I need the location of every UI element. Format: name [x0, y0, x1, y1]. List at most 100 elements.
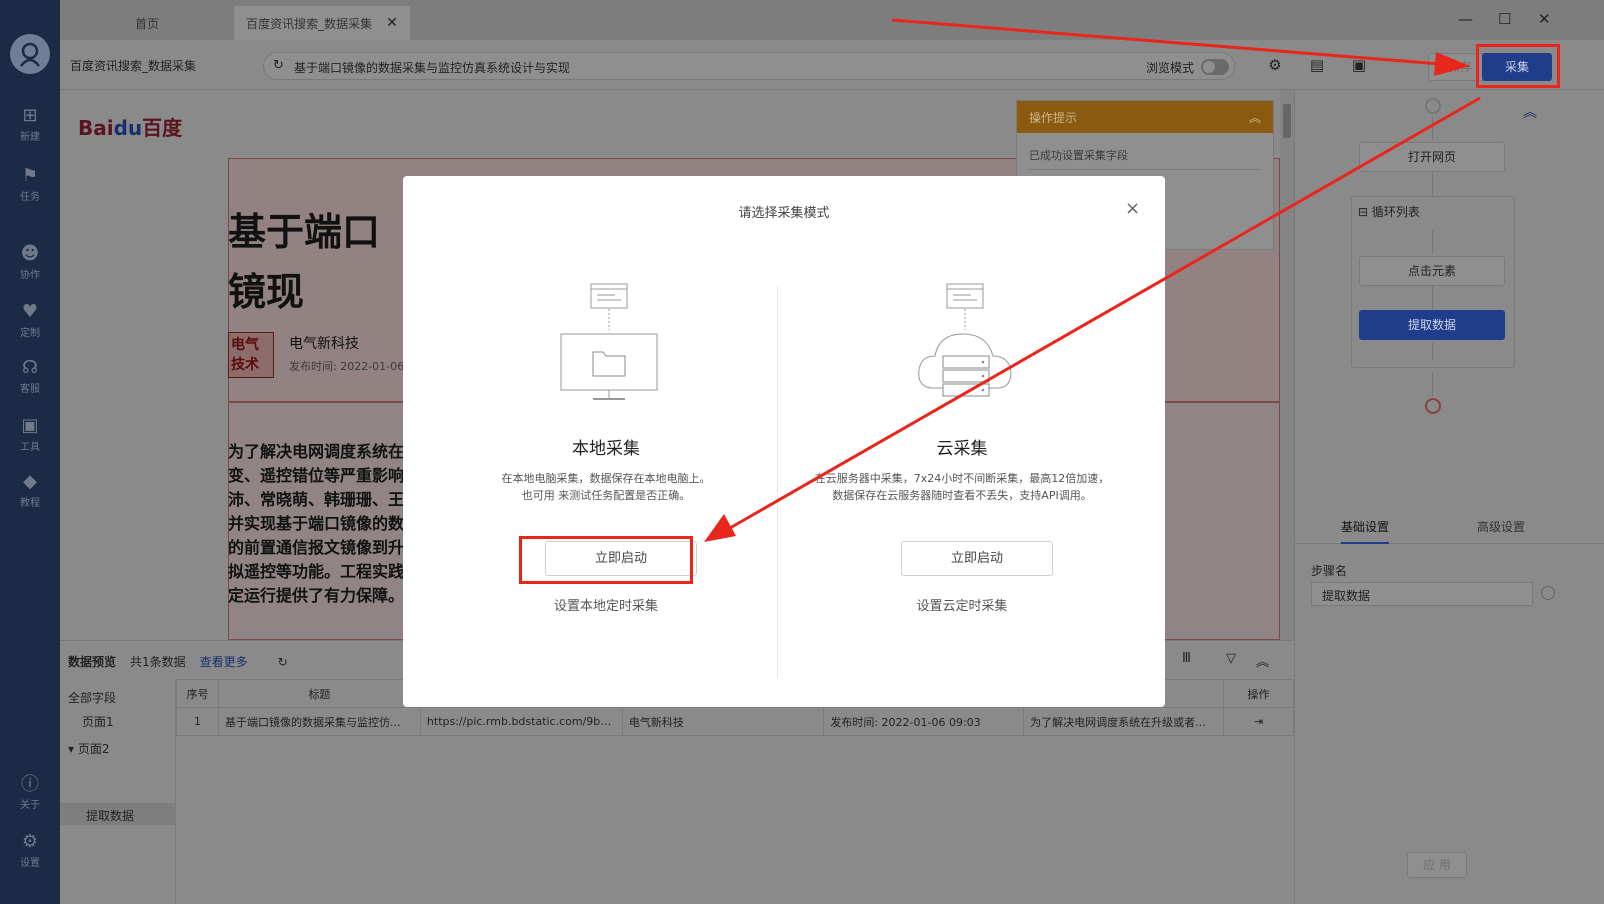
tips-title: 操作提示 — [1029, 111, 1078, 125]
flow-click-element[interactable]: 点击元素 — [1359, 256, 1505, 286]
nav-tutorial[interactable]: ◆ 教程 — [0, 470, 60, 520]
tree-page2[interactable]: ▾ 页面2 — [68, 740, 109, 757]
nav-custom[interactable]: ♥ 定制 — [0, 300, 60, 350]
tutorial-icon: ◆ — [23, 470, 37, 492]
tips-text: 已成功设置采集字段 — [1029, 149, 1128, 162]
collab-icon: ☻ — [20, 242, 40, 264]
scroll-thumb[interactable] — [1283, 104, 1291, 138]
flow-extract-data[interactable]: 提取数据 — [1359, 310, 1505, 340]
flow-connector — [1432, 342, 1433, 360]
row-action-icon[interactable]: ⇥ — [1223, 707, 1294, 736]
publish-time[interactable]: 发布时间: 2022-01-06 — [289, 358, 404, 374]
baidu-logo[interactable]: Baidu百度 — [78, 112, 182, 141]
annotation-box-collect — [1476, 44, 1560, 88]
minimize-icon[interactable]: — — [1458, 10, 1473, 28]
tree-extract[interactable]: 提取数据 — [86, 807, 134, 824]
headset-icon: ☊ — [22, 356, 38, 378]
web-scrollbar[interactable] — [1280, 90, 1294, 640]
step-name-label: 步骤名 — [1311, 564, 1348, 578]
flow-connector — [1432, 116, 1433, 140]
collapse-icon[interactable]: ︽ — [1249, 109, 1261, 125]
caret-down-icon: ▾ — [68, 742, 78, 756]
cloud-collect-option: 云采集 在云服务器中采集，7x24小时不间断采集，最高12倍加速， 数据保存在云服… — [775, 276, 1149, 676]
start-icon — [1425, 98, 1441, 114]
article-body[interactable]: 为了解决电网调度系统在变、遥控错位等严重影响沛、常晓萌、韩珊珊、王并实现基于端口… — [228, 440, 408, 608]
flow-connector — [1432, 372, 1433, 396]
apply-button[interactable]: 应 用 — [1407, 852, 1467, 878]
flow-connector — [1432, 286, 1433, 310]
view-more-link[interactable]: 查看更多 — [200, 653, 248, 670]
flow-connector — [1432, 230, 1433, 254]
workflow-panel: ︽ 打开网页 ⊟ 循环列表 点击元素 提取数据 基础设置 高级设置 步骤名 提取… — [1294, 90, 1604, 904]
task-icon: ⚑ — [21, 164, 39, 186]
end-icon — [1425, 398, 1441, 414]
custom-icon: ♥ — [21, 300, 39, 322]
nav-about[interactable]: ⓘ 关于 — [0, 772, 60, 822]
reload-icon[interactable]: ↻ — [273, 58, 284, 73]
field-tree: 全部字段 页面1 ▾ 页面2 提取数据 — [60, 679, 176, 904]
api-icon[interactable] — [1541, 586, 1555, 600]
nav-new[interactable]: ⊞ 新建 — [0, 104, 60, 154]
nav-collab[interactable]: ☻ 协作 — [0, 242, 60, 292]
gear-icon: ⚙ — [21, 830, 39, 852]
columns-icon[interactable]: Ⅲ — [1182, 651, 1191, 666]
address-bar: 百度资讯搜索_数据采集 ↻ 基于端口镜像的数据采集与监控仿真系统设计与实现 浏览… — [60, 40, 1604, 90]
tab-bar: 首页 百度资讯搜索_数据采集 ✕ — ☐ ✕ — [60, 0, 1604, 40]
tree-all-fields[interactable]: 全部字段 — [68, 689, 116, 706]
tab-home[interactable]: 首页 — [60, 6, 234, 40]
toolbox-icon: ▣ — [21, 414, 39, 436]
browse-mode-toggle[interactable] — [1201, 59, 1229, 75]
nav-settings[interactable]: ⚙ 设置 — [0, 830, 60, 880]
window-icon[interactable]: ▣ — [1350, 56, 1368, 74]
refresh-icon[interactable]: ↻ — [278, 655, 288, 669]
url-text: 基于端口镜像的数据采集与监控仿真系统设计与实现 — [294, 61, 571, 75]
step-name-input[interactable]: 提取数据 — [1311, 582, 1533, 606]
tab-advanced-settings[interactable]: 高级设置 — [1477, 518, 1525, 535]
maximize-icon[interactable]: ☐ — [1498, 10, 1511, 28]
divider — [1029, 169, 1261, 170]
cloud-description: 在云服务器中采集，7x24小时不间断采集，最高12倍加速， 数据保存在云服务器随时… — [814, 472, 1110, 502]
cloud-schedule-link[interactable]: 设置云定时采集 — [775, 595, 1149, 614]
user-avatar[interactable] — [10, 34, 50, 74]
article-headline[interactable]: 基于端口镜现 — [228, 202, 408, 322]
cloud-start-button[interactable]: 立即启动 — [901, 541, 1053, 576]
close-window-icon[interactable]: ✕ — [1538, 10, 1551, 28]
nav-task[interactable]: ⚑ 任务 — [0, 164, 60, 214]
author-name[interactable]: 电气新科技 — [289, 333, 359, 353]
close-tab-icon[interactable]: ✕ — [386, 15, 398, 31]
task-name: 百度资讯搜索_数据采集 — [70, 59, 197, 73]
tab-basic-settings[interactable]: 基础设置 — [1341, 518, 1390, 544]
nav-tools[interactable]: ▣ 工具 — [0, 414, 60, 464]
tab-task[interactable]: 百度资讯搜索_数据采集 ✕ — [234, 6, 410, 40]
flow-connector — [1432, 172, 1433, 196]
user-icon — [20, 42, 40, 67]
local-description: 在本地电脑采集，数据保存在本地电脑上。 也可用 来测试任务配置是否正确。 — [501, 472, 711, 502]
preview-title: 数据预览 — [68, 655, 117, 669]
gear-icon[interactable]: ⚙ — [1266, 56, 1284, 74]
filter-icon[interactable]: ▽ — [1226, 651, 1236, 666]
flow-open-page[interactable]: 打开网页 — [1359, 142, 1505, 172]
table-row[interactable]: 1 基于端口镜像的数据采集与监控仿... https://pic.rmb.bds… — [176, 707, 1294, 736]
cloud-server-icon — [918, 283, 1012, 397]
nav-support[interactable]: ☊ 客服 — [0, 356, 60, 406]
collapse-icon[interactable]: ︽ — [1256, 651, 1269, 670]
local-collect-option: 本地采集 在本地电脑采集，数据保存在本地电脑上。 也可用 来测试任务配置是否正确。… — [419, 276, 793, 676]
left-nav: ⊞ 新建 ⚑ 任务 ☻ 协作 ♥ 定制 ☊ 客服 ▣ 工具 ◆ 教程 ⓘ 关于 ⚙ 设置 — [0, 0, 60, 904]
cloud-title: 云采集 — [936, 439, 988, 459]
tree-page1[interactable]: 页面1 — [82, 713, 114, 730]
collapse-up-icon[interactable]: ︽ — [1523, 102, 1537, 122]
dialog-title: 请选择采集模式 — [738, 206, 830, 221]
annotation-box-start — [519, 536, 693, 584]
collect-mode-dialog: 请选择采集模式 × 本地采集 在本地电脑采集，数据保存在本地电脑上。 也可用 来测… — [403, 176, 1165, 707]
settings-tabs: 基础设置 高级设置 — [1295, 508, 1604, 544]
record-count: 共1条数据 — [130, 655, 186, 669]
plus-icon: ⊞ — [22, 104, 38, 126]
local-title: 本地采集 — [572, 439, 640, 459]
local-schedule-link[interactable]: 设置本地定时采集 — [419, 595, 793, 614]
collapse-box-icon[interactable]: ⊟ — [1358, 205, 1368, 219]
author-avatar[interactable]: 电气技术 — [228, 332, 274, 378]
url-input[interactable]: ↻ 基于端口镜像的数据采集与监控仿真系统设计与实现 浏览模式 — [263, 52, 1235, 80]
dialog-close-icon[interactable]: × — [1125, 198, 1140, 219]
layout-icon[interactable]: ▤ — [1308, 56, 1326, 74]
browse-mode-label: 浏览模式 — [1146, 61, 1195, 75]
